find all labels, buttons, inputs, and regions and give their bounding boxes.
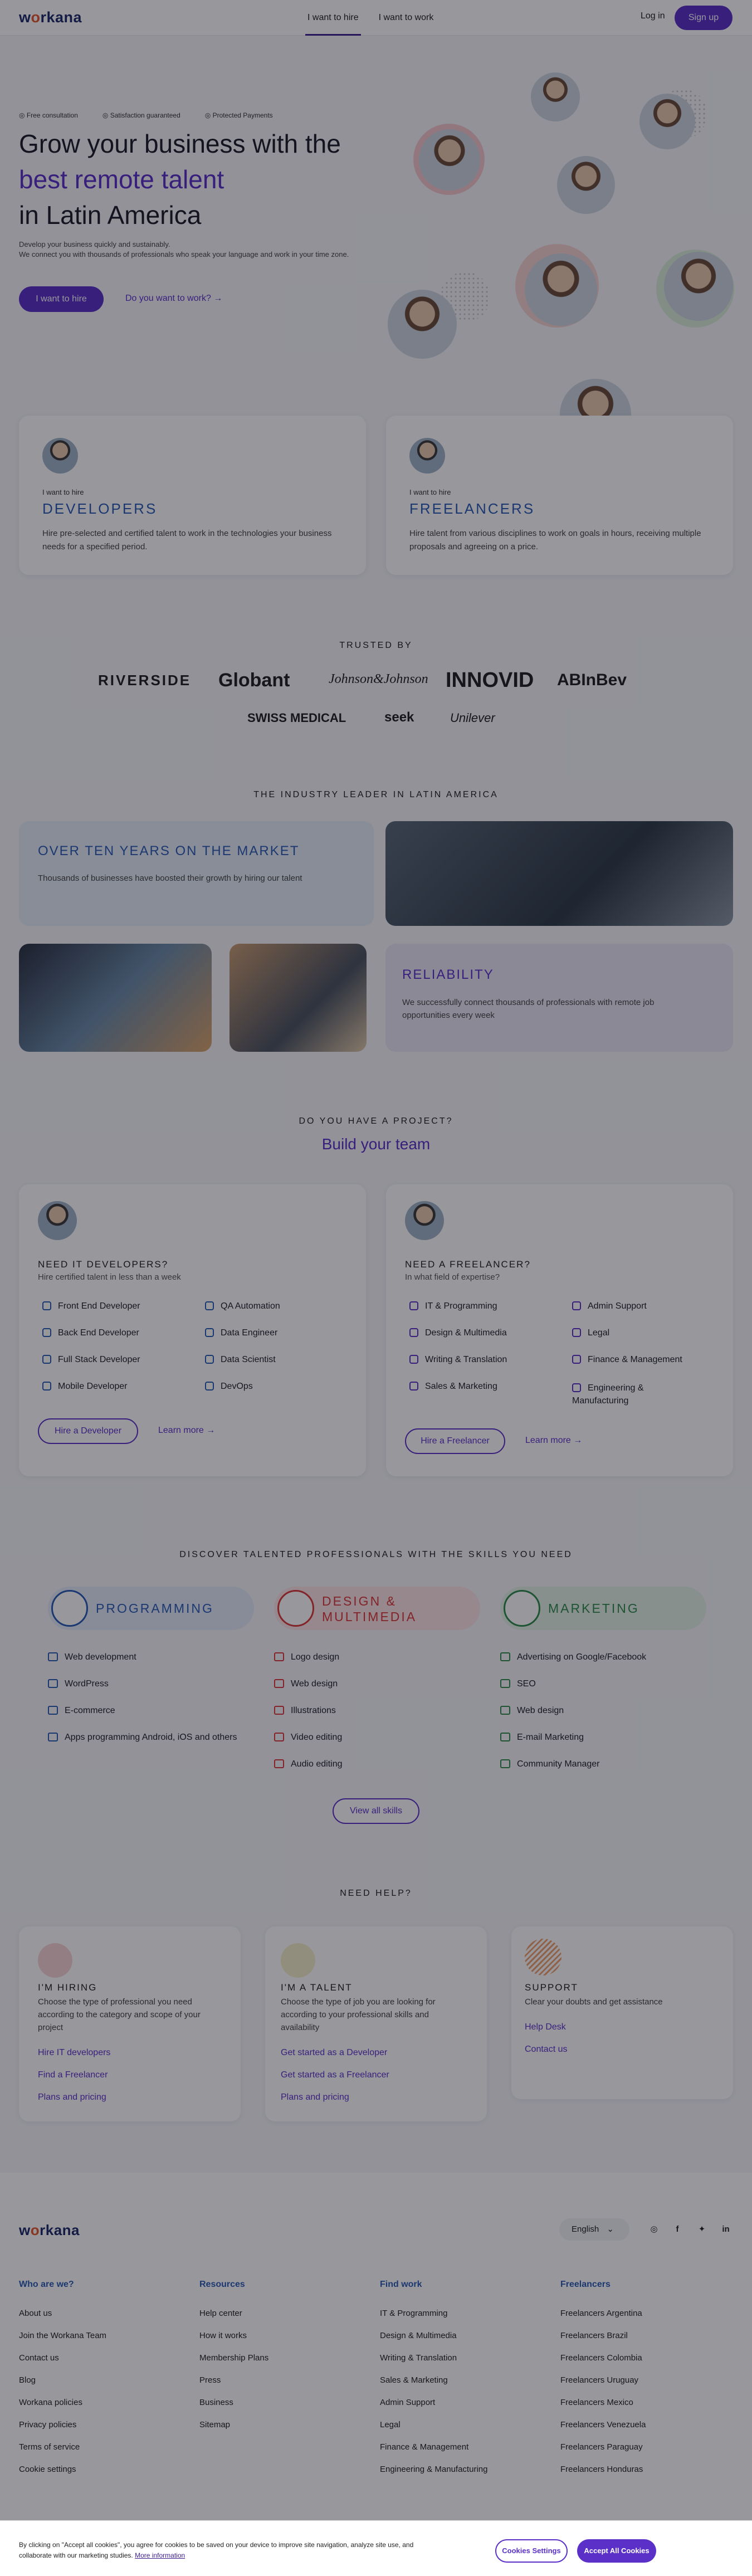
page: workana I want to hire I want to work Lo… bbox=[0, 0, 752, 2576]
cookie-backdrop bbox=[0, 0, 752, 2576]
cookie-banner: By clicking on "Accept all cookies", you… bbox=[0, 2520, 752, 2576]
accept-all-cookies-button[interactable]: Accept All Cookies bbox=[577, 2539, 656, 2563]
cookie-text: By clicking on "Accept all cookies", you… bbox=[19, 2541, 414, 2559]
more-information-link[interactable]: More information bbox=[135, 2551, 185, 2559]
cookie-settings-button[interactable]: Cookies Settings bbox=[495, 2539, 568, 2563]
